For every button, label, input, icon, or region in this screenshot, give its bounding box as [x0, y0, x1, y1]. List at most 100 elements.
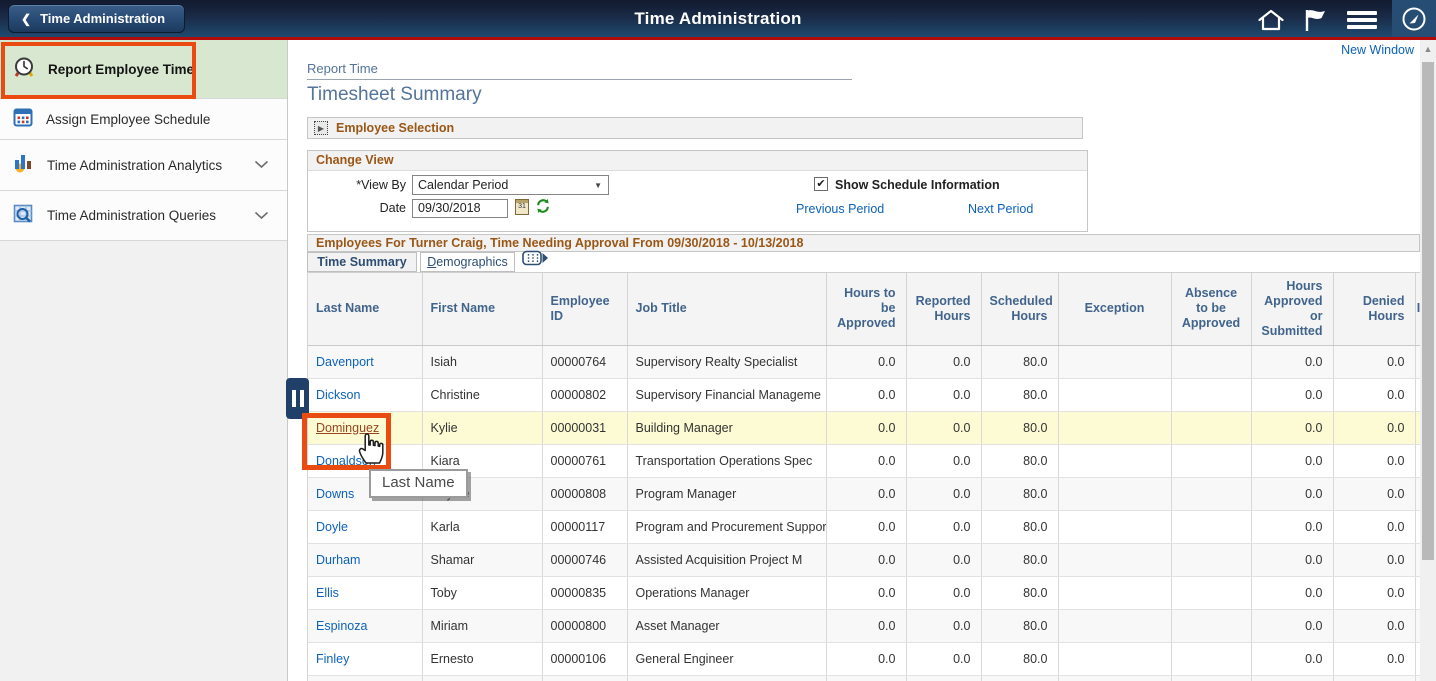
- chevron-down-icon[interactable]: [254, 207, 269, 225]
- change-view-groupbox: Change View *View By Calendar Period ▼ D…: [307, 150, 1088, 232]
- cell-exception: [1058, 411, 1171, 444]
- previous-period-link[interactable]: Previous Period: [796, 202, 884, 216]
- column-header-absence_to_be_approved[interactable]: Absence to be Approved: [1171, 273, 1251, 345]
- column-header-first_name[interactable]: First Name: [422, 273, 542, 345]
- sidebar-item-label: Time Administration Queries: [47, 208, 216, 223]
- cell-exception: [1058, 345, 1171, 378]
- last-name-link[interactable]: Doyle: [316, 520, 348, 534]
- column-header-denied_hours[interactable]: Denied Hours: [1333, 273, 1415, 345]
- scrollbar-up-arrow-icon[interactable]: ▲: [1420, 44, 1436, 54]
- cell-hours_approved_or_submitted: 0.0: [1251, 345, 1333, 378]
- sidebar-item-assign-employee-schedule[interactable]: Assign Employee Schedule: [0, 99, 287, 140]
- sidebar-item-label: Assign Employee Schedule: [46, 112, 210, 127]
- new-window-link[interactable]: New Window: [1341, 43, 1414, 57]
- column-header-reported_hours[interactable]: Reported Hours: [906, 273, 981, 345]
- last-name-link[interactable]: Downs: [316, 487, 354, 501]
- grid-title: Employees For Turner Craig, Time Needing…: [307, 234, 1420, 252]
- refresh-icon[interactable]: [535, 198, 551, 219]
- page-title: Timesheet Summary: [307, 84, 482, 106]
- cell-hours_approved_or_submitted: 0.0: [1251, 642, 1333, 675]
- column-header-job_title[interactable]: Job Title: [627, 273, 826, 345]
- cell-denied_hours: 0.0: [1333, 543, 1415, 576]
- column-header-exception[interactable]: Exception: [1058, 273, 1171, 345]
- last-name-link[interactable]: Durham: [316, 553, 360, 567]
- column-header-hours_approved_or_submitted[interactable]: Hours Approved or Submitted: [1251, 273, 1333, 345]
- last-name-link[interactable]: Dominguez: [316, 421, 379, 435]
- cell-first_name: Isiah: [422, 345, 542, 378]
- cell-employee_id: 00000808: [542, 477, 627, 510]
- tab-label: Time Summary: [317, 255, 406, 269]
- cell-hours_approved_or_submitted: 0.0: [1251, 411, 1333, 444]
- cell-denied_hours: 0.0: [1333, 477, 1415, 510]
- cell-scheduled_hours: 80.0: [981, 642, 1058, 675]
- scrollbar-thumb[interactable]: [1422, 62, 1434, 560]
- table-row: EllisToby00000835Operations Manager0.00.…: [308, 576, 1421, 609]
- sidebar-item-time-administration-analytics[interactable]: Time Administration Analytics: [0, 140, 287, 191]
- tab-time-summary[interactable]: Time Summary: [307, 252, 417, 272]
- cell-employee_id: 00000802: [542, 378, 627, 411]
- table-row: DavenportIsiah00000764Supervisory Realty…: [308, 345, 1421, 378]
- change-view-title: Change View: [308, 151, 1087, 171]
- cell-job_title: Program and Procurement Suppor: [627, 510, 826, 543]
- table-row: EspinozaMiriam00000800Asset Manager0.00.…: [308, 609, 1421, 642]
- cell-last_name: Ellis: [308, 576, 422, 609]
- date-input[interactable]: 09/30/2018: [412, 199, 508, 218]
- cell-last_name: Dickson: [308, 378, 422, 411]
- breadcrumb: Report Time: [307, 61, 378, 76]
- cell-scheduled_hours: 80.0: [981, 378, 1058, 411]
- last-name-link[interactable]: Dickson: [316, 388, 360, 402]
- column-header-last_name[interactable]: Last Name: [308, 273, 422, 345]
- tab-demographics[interactable]: Demographics: [420, 252, 515, 272]
- cell-scheduled_hours: 80.0: [981, 543, 1058, 576]
- cell-reported_hours: 0.0: [906, 543, 981, 576]
- tab-label: Demographics: [427, 255, 508, 269]
- cell-hours_to_be_approved: 0.0: [826, 411, 906, 444]
- flag-icon[interactable]: [1300, 8, 1334, 32]
- calendar-picker-icon[interactable]: 31: [515, 199, 529, 215]
- show-schedule-checkbox[interactable]: ✔: [814, 177, 828, 191]
- cell-absence_to_be_approved: [1171, 510, 1251, 543]
- last-name-link[interactable]: Donaldson: [316, 454, 376, 468]
- cell-reported_hours: 0.0: [906, 609, 981, 642]
- cell-first_name: Karla: [422, 510, 542, 543]
- cell-hours_approved_or_submitted: 0.0: [1251, 576, 1333, 609]
- last-name-link[interactable]: Espinoza: [316, 619, 367, 633]
- last-name-link[interactable]: Ellis: [316, 586, 339, 600]
- chevron-down-icon[interactable]: [254, 156, 269, 174]
- cell-denied_hours: 0.0: [1333, 444, 1415, 477]
- sidebar-item-report-employee-time[interactable]: Report Employee Time: [0, 40, 287, 99]
- view-by-select[interactable]: Calendar Period ▼: [412, 175, 609, 195]
- expand-arrow-icon[interactable]: ▶: [314, 121, 328, 135]
- cell-job_title: Supervisory Realty Specialist: [627, 345, 826, 378]
- cell-denied_hours: 0.0: [1333, 411, 1415, 444]
- cell-exception: [1058, 378, 1171, 411]
- cell-reported_hours: 0.0: [906, 576, 981, 609]
- cell-job_title: Operations Manager: [627, 576, 826, 609]
- cell-job_title: Supervisory Financial Manageme: [627, 378, 826, 411]
- last-name-link[interactable]: Davenport: [316, 355, 374, 369]
- cell-denied_hours: 0.0: [1333, 345, 1415, 378]
- column-header-employee_id[interactable]: Employee ID: [542, 273, 627, 345]
- cell-job_title: Building Manager: [627, 411, 826, 444]
- home-icon[interactable]: [1254, 8, 1288, 32]
- cell-hours_to_be_approved: 0.0: [826, 510, 906, 543]
- show-all-columns-icon[interactable]: [522, 250, 549, 271]
- cell-hours_to_be_approved: 0.0: [826, 444, 906, 477]
- sidebar-item-time-administration-queries[interactable]: Time Administration Queries: [0, 191, 287, 241]
- cell-hours_approved_or_submitted: 0.0: [1251, 543, 1333, 576]
- cell-absence_to_be_approved: [1171, 444, 1251, 477]
- panel-drag-handle[interactable]: [286, 378, 309, 419]
- cell-reported_hours: 0.0: [906, 444, 981, 477]
- next-period-link[interactable]: Next Period: [968, 202, 1033, 216]
- last-name-link[interactable]: Finley: [316, 652, 349, 666]
- navbar-compass-icon[interactable]: [1392, 0, 1436, 37]
- cell-employee_id: 00000031: [542, 411, 627, 444]
- sidebar-item-label: Report Employee Time: [48, 62, 194, 77]
- column-header-scheduled_hours[interactable]: Scheduled Hours: [981, 273, 1058, 345]
- column-header-hours_to_be_approved[interactable]: Hours to be Approved: [826, 273, 906, 345]
- cell-exception: [1058, 510, 1171, 543]
- cell-exception: [1058, 543, 1171, 576]
- hamburger-menu-icon[interactable]: [1345, 8, 1379, 32]
- vertical-scrollbar[interactable]: ▲: [1420, 40, 1436, 681]
- cell-denied_hours: 0.0: [1333, 609, 1415, 642]
